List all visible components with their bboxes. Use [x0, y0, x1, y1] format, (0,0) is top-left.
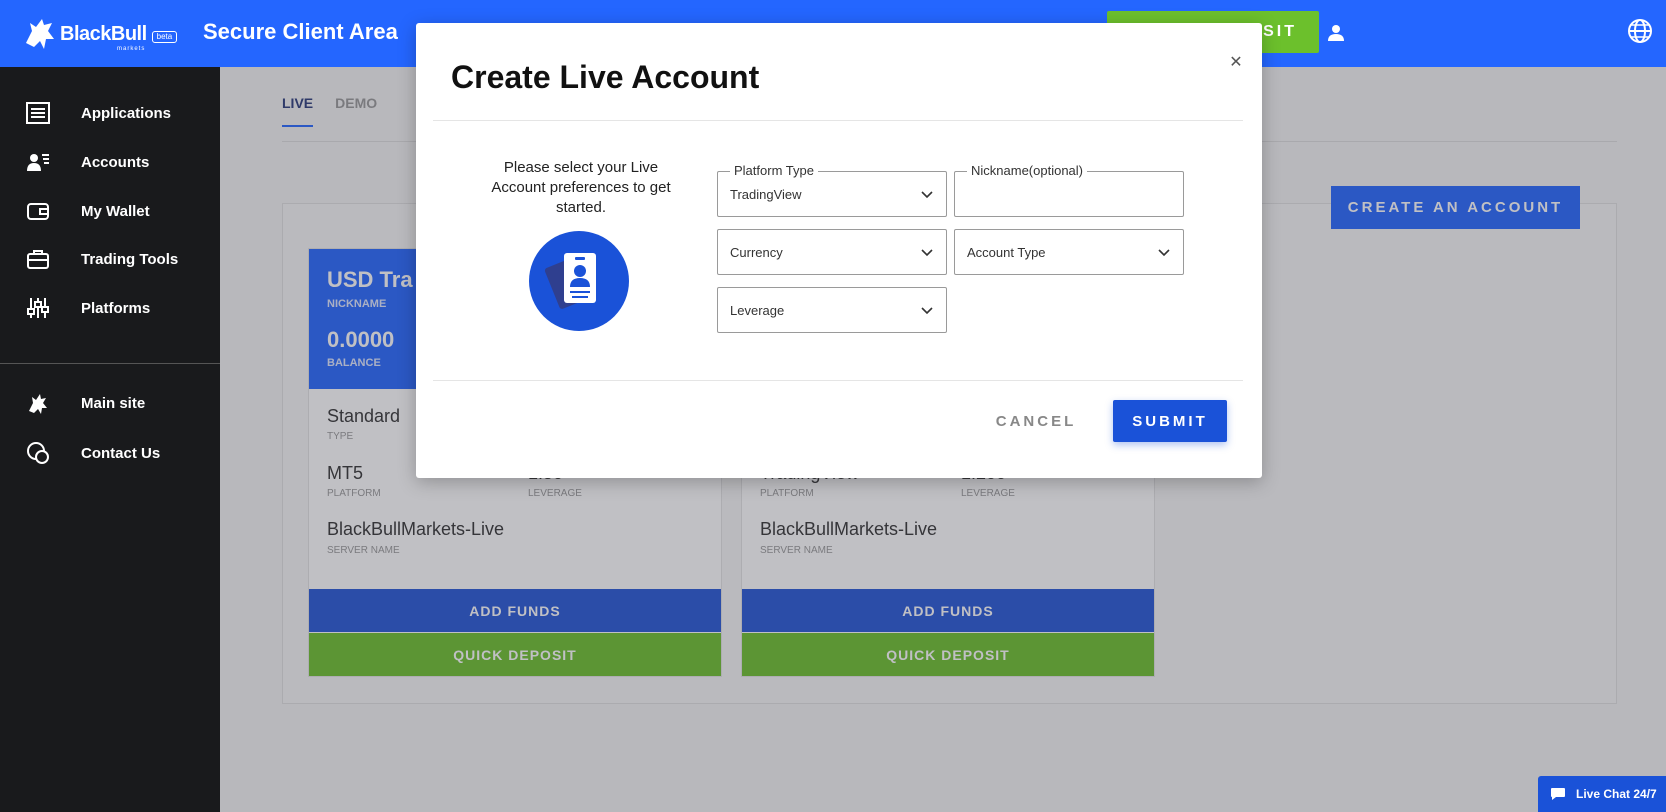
platform-type-value: TradingView	[730, 187, 802, 202]
chevron-down-icon	[1158, 249, 1170, 257]
page-title: Secure Client Area	[203, 19, 398, 44]
chat-icon	[25, 440, 51, 466]
chat-bubble-icon	[1551, 788, 1565, 800]
create-live-account-modal: Create Live Account ✕ Please select your…	[416, 23, 1262, 478]
sidebar-item-label: Trading Tools	[81, 250, 179, 268]
nickname-legend: Nickname(optional)	[967, 163, 1087, 178]
leverage-placeholder: Leverage	[730, 303, 785, 318]
live-chat-label: Live Chat 24/7	[1576, 787, 1657, 801]
user-icon[interactable]	[1325, 22, 1347, 44]
globe-icon[interactable]	[1626, 17, 1654, 45]
brand-logo[interactable]: BlackBull beta markets	[22, 12, 192, 56]
sidebar-item-contact-us[interactable]: Contact Us	[0, 433, 220, 473]
sidebar-item-label: Contact Us	[81, 444, 161, 462]
cancel-button[interactable]: CANCEL	[986, 400, 1086, 442]
currency-select[interactable]: Currency	[717, 229, 947, 275]
sidebar-item-label: Platforms	[81, 299, 151, 317]
bull-icon	[25, 390, 51, 416]
sidebar-item-main-site[interactable]: Main site	[0, 383, 220, 423]
chevron-down-icon	[921, 191, 933, 199]
currency-placeholder: Currency	[730, 245, 783, 260]
chevron-down-icon	[921, 249, 933, 257]
sidebar-item-trading-tools[interactable]: Trading Tools	[0, 239, 220, 279]
sidebar-item-my-wallet[interactable]: My Wallet	[0, 191, 220, 231]
logo-text: BlackBull	[60, 22, 147, 45]
live-chat-button[interactable]: Live Chat 24/7	[1538, 776, 1666, 812]
nickname-field[interactable]: Nickname(optional)	[954, 163, 1184, 217]
account-type-placeholder: Account Type	[967, 245, 1046, 260]
sidebar-item-label: Accounts	[81, 153, 150, 171]
bull-logo-icon	[26, 19, 54, 49]
platform-type-legend: Platform Type	[730, 163, 818, 178]
applications-icon	[25, 100, 51, 126]
modal-divider	[433, 120, 1243, 121]
submit-button[interactable]: SUBMIT	[1113, 400, 1227, 442]
sidebar-divider	[0, 363, 220, 364]
close-icon[interactable]: ✕	[1228, 55, 1244, 71]
sidebar-item-accounts[interactable]: Accounts	[0, 142, 220, 182]
modal-intro-text: Please select your Live Account preferen…	[491, 159, 671, 216]
accounts-icon	[25, 149, 51, 175]
sidebar: Applications Accounts My Wallet Trading …	[0, 67, 220, 812]
id-badge-icon	[529, 231, 629, 331]
sidebar-item-label: Applications	[81, 104, 172, 122]
account-type-select[interactable]: Account Type	[954, 229, 1184, 275]
sidebar-item-platforms[interactable]: Platforms	[0, 288, 220, 328]
sidebar-item-label: My Wallet	[81, 202, 150, 220]
briefcase-icon	[25, 246, 51, 272]
modal-divider	[433, 380, 1243, 381]
logo-subtext: markets	[117, 46, 146, 52]
sliders-icon	[25, 295, 51, 321]
beta-badge: beta	[151, 31, 178, 43]
sidebar-item-label: Main site	[81, 394, 146, 412]
chevron-down-icon	[921, 307, 933, 315]
modal-title: Create Live Account	[451, 59, 760, 95]
leverage-select[interactable]: Leverage	[717, 287, 947, 333]
sidebar-item-applications[interactable]: Applications	[0, 93, 220, 133]
wallet-icon	[25, 198, 51, 224]
platform-type-select[interactable]: Platform Type TradingView	[717, 163, 947, 217]
